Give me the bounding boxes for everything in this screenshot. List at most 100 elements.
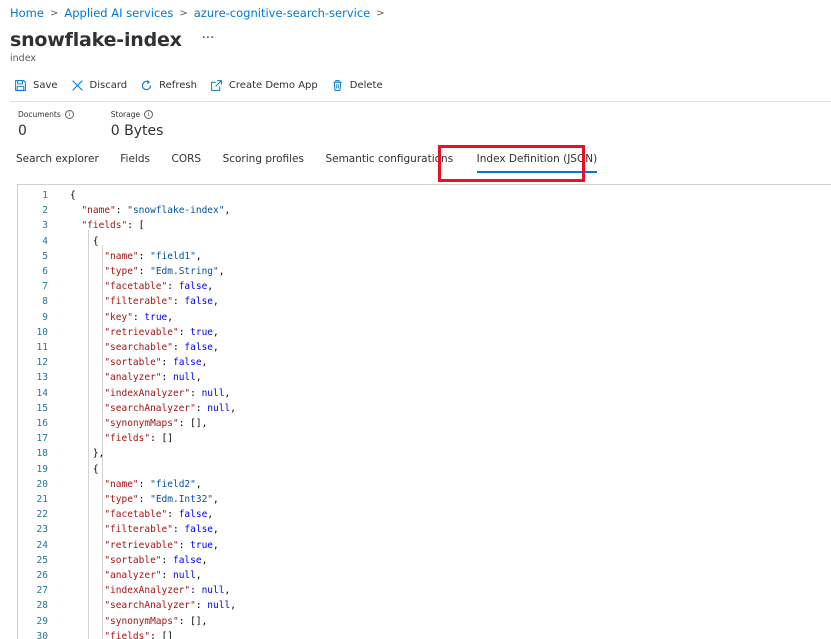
- more-actions-button[interactable]: ···: [202, 31, 214, 46]
- line-number: 26: [36, 570, 48, 581]
- code-line: 27 "indexAnalyzer": null,: [18, 583, 831, 598]
- line-number: 20: [36, 478, 48, 490]
- line-number: 14: [36, 387, 48, 399]
- code-text: "name": "field1",: [104, 250, 202, 262]
- code-text: "searchAnalyzer": null,: [104, 600, 236, 612]
- code-text: "synonymMaps": [],: [104, 615, 208, 627]
- code-line: 7 "facetable": false,: [18, 279, 831, 294]
- code-line: 8 "filterable": false,: [18, 294, 831, 309]
- breadcrumb-separator: >: [49, 7, 59, 19]
- line-number: 13: [36, 372, 48, 384]
- info-icon[interactable]: i: [64, 110, 74, 119]
- line-number: 4: [42, 235, 48, 247]
- line-number: 19: [36, 463, 48, 475]
- line-number: 15: [36, 402, 48, 414]
- code-line: 18 },: [18, 446, 831, 461]
- title-row: snowflake-index ···: [10, 29, 214, 51]
- code-line: 17 "fields": []: [18, 431, 831, 446]
- breadcrumb-search-service[interactable]: azure-cognitive-search-service: [194, 6, 371, 20]
- save-label: Save: [33, 80, 58, 91]
- line-number: 30: [36, 630, 48, 639]
- tab-semantic-configurations[interactable]: Semantic configurations: [325, 153, 453, 165]
- json-editor[interactable]: 1{2 "name": "snowflake-index", 3 "fields"…: [17, 184, 831, 639]
- code-text: "fields": []: [104, 630, 173, 639]
- discard-label: Discard: [89, 80, 128, 91]
- code-text: "name": "snowflake-index",: [81, 205, 231, 217]
- code-text: },: [70, 448, 105, 460]
- code-text: "analyzer": null,: [104, 372, 202, 384]
- code-text: "facetable": false,: [104, 281, 214, 293]
- code-line: 4 {: [18, 234, 831, 249]
- code-line: 22 "facetable": false,: [18, 507, 831, 522]
- code-line: 9 "key": true,: [18, 310, 831, 325]
- code-line: 25 "sortable": false,: [18, 553, 831, 568]
- external-link-icon: [211, 80, 222, 91]
- line-number: 2: [42, 205, 48, 217]
- storage-label-text: Storage: [110, 110, 141, 119]
- line-number: 27: [36, 585, 48, 597]
- code-text: "analyzer": null,: [104, 570, 202, 581]
- code-text: "searchable": false,: [104, 342, 219, 353]
- code-text: "type": "Edm.String",: [104, 266, 225, 277]
- index-stats: Documents i 0 Storage i 0 Bytes: [18, 110, 200, 139]
- discard-button[interactable]: Discard: [71, 79, 128, 92]
- trash-icon: [333, 80, 342, 91]
- line-number: 16: [36, 418, 48, 429]
- highlight-annotation: [438, 145, 585, 182]
- line-number: 3: [42, 220, 48, 232]
- breadcrumb-applied-ai-services[interactable]: Applied AI services: [64, 6, 173, 20]
- delete-label: Delete: [349, 80, 383, 91]
- line-number: 7: [42, 281, 48, 293]
- line-number: 28: [36, 600, 48, 612]
- code-line: 15 "searchAnalyzer": null,: [18, 401, 831, 416]
- code-line: 14 "indexAnalyzer": null,: [18, 386, 831, 401]
- tab-scoring-profiles[interactable]: Scoring profiles: [223, 153, 304, 165]
- create-demo-app-label: Create Demo App: [228, 80, 318, 91]
- code-line: 29 "synonymMaps": [],: [18, 614, 831, 629]
- code-line: 26 "analyzer": null,: [18, 568, 831, 583]
- code-text: "indexAnalyzer": null,: [104, 387, 231, 399]
- tab-search-explorer[interactable]: Search explorer: [16, 153, 99, 165]
- page-title: snowflake-index: [10, 29, 182, 51]
- code-line: 2 "name": "snowflake-index",: [18, 203, 831, 218]
- line-number: 6: [42, 266, 48, 277]
- line-number: 10: [36, 326, 48, 338]
- code-line: 12 "sortable": false,: [18, 355, 831, 370]
- code-line: 20 "name": "field2",: [18, 477, 831, 492]
- code-line: 19 {: [18, 462, 831, 477]
- line-number: 8: [42, 296, 48, 308]
- tab-fields[interactable]: Fields: [120, 153, 150, 165]
- line-number: 18: [36, 448, 48, 460]
- info-icon[interactable]: i: [144, 110, 154, 119]
- tab-cors[interactable]: CORS: [172, 153, 202, 165]
- code-text: "fields": [: [81, 220, 145, 232]
- storage-label: Storage i: [111, 110, 164, 119]
- documents-label-text: Documents: [18, 110, 61, 119]
- code-line: 24 "retrievable": true,: [18, 538, 831, 553]
- line-number: 1: [42, 190, 48, 201]
- command-bar: Save Discard Refresh Create Demo App Del…: [14, 79, 396, 92]
- code-line: 30 "fields": []: [18, 629, 831, 639]
- save-icon: [15, 80, 26, 91]
- breadcrumb: Home > Applied AI services > azure-cogni…: [10, 6, 391, 20]
- code-line: 28 "searchAnalyzer": null,: [18, 598, 831, 613]
- delete-button[interactable]: Delete: [331, 79, 383, 92]
- code-line: 1{: [18, 188, 831, 203]
- breadcrumb-separator: >: [179, 7, 188, 19]
- code-text: "synonymMaps": [],: [104, 418, 208, 429]
- line-number: 11: [36, 342, 48, 353]
- line-number: 22: [36, 509, 48, 521]
- code-line: 3 "fields": [: [18, 218, 831, 233]
- code-line: 11 "searchable": false,: [18, 340, 831, 355]
- code-text: "sortable": false,: [104, 554, 208, 566]
- code-line: 6 "type": "Edm.String",: [18, 264, 831, 279]
- line-number: 17: [36, 433, 48, 445]
- toolbar-divider: [10, 101, 831, 102]
- storage-size: 0 Bytes: [110, 123, 164, 139]
- create-demo-app-button[interactable]: Create Demo App: [210, 79, 318, 92]
- save-button[interactable]: Save: [14, 79, 58, 92]
- code-text: "indexAnalyzer": null,: [104, 585, 231, 597]
- documents-stat: Documents i 0: [18, 110, 74, 139]
- refresh-button[interactable]: Refresh: [140, 79, 197, 92]
- breadcrumb-home[interactable]: Home: [10, 6, 44, 20]
